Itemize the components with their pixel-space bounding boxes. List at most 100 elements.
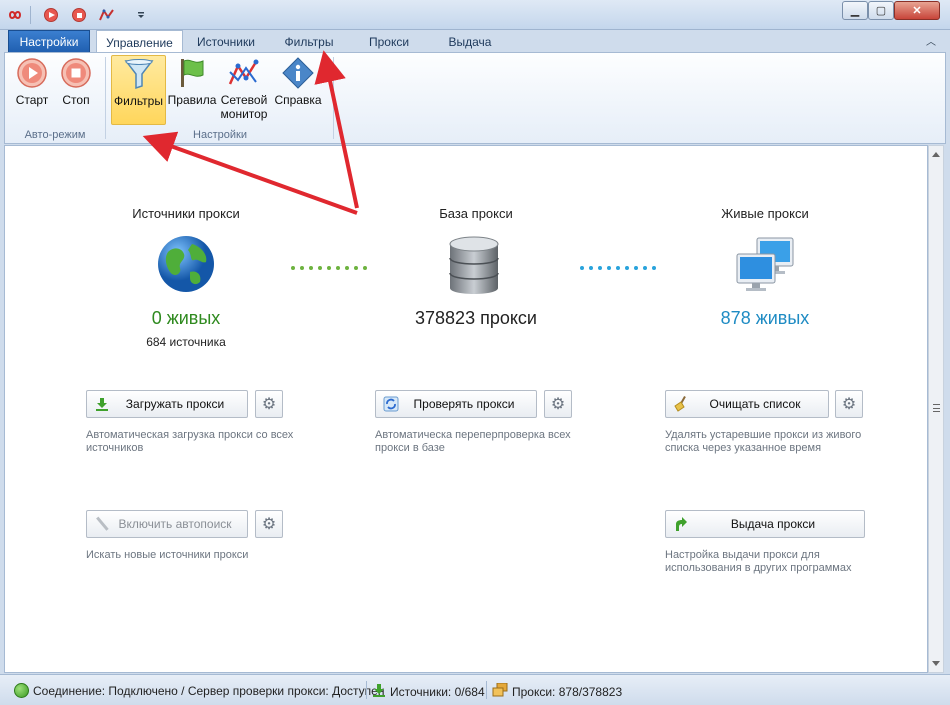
monitors-icon — [735, 236, 797, 297]
proxy-output-description: Настройка выдачи прокси для использовани… — [665, 549, 852, 574]
ribbon-help-chevron-icon[interactable]: ︿ — [924, 33, 938, 48]
clear-list-settings-button[interactable]: ⚙ — [835, 390, 863, 418]
ribbon-tabs: Настройки Управление Источники Фильтры П… — [0, 30, 950, 54]
status-separator — [366, 681, 367, 699]
dots-connector-blue — [580, 266, 656, 270]
quick-network-monitor-button[interactable] — [98, 6, 116, 24]
check-proxies-settings-button[interactable]: ⚙ — [544, 390, 572, 418]
status-sources-text: Источники: 0/684 — [390, 684, 485, 699]
filters-button[interactable]: Фильтры — [111, 55, 166, 125]
ribbon-panel: Старт Стоп Авто-режим Фильтры Правила Се… — [4, 52, 946, 144]
status-separator — [486, 681, 487, 699]
broom-icon — [670, 396, 692, 412]
quick-stop-button[interactable] — [70, 6, 88, 24]
network-monitor-label-2: монитор — [220, 107, 268, 121]
base-title: База прокси — [439, 206, 513, 221]
scroll-up-icon[interactable] — [932, 152, 940, 157]
customize-quick-access-button[interactable] — [132, 6, 150, 24]
check-proxies-button[interactable]: Проверять прокси — [375, 390, 537, 418]
group-separator — [333, 57, 334, 139]
start-button[interactable]: Старт — [11, 55, 53, 125]
scroll-grip-icon[interactable] — [933, 404, 940, 412]
load-proxies-button[interactable]: Загружать прокси — [86, 390, 248, 418]
network-chart-icon — [99, 8, 114, 21]
check-proxies-description: Автоматическа переперпроверка всех прокс… — [375, 429, 571, 454]
status-ok-icon — [14, 683, 29, 698]
rules-button[interactable]: Правила — [168, 55, 216, 125]
clear-list-button[interactable]: Очищать список — [665, 390, 829, 418]
filters-label: Фильтры — [114, 94, 163, 108]
status-proxies-text: Прокси: 878/378823 — [512, 684, 623, 699]
status-connection: Соединение: Подключено / Сервер проверки… — [14, 683, 384, 698]
globe-icon — [156, 234, 216, 297]
dashboard-panel: Источники прокси 0 живых 684 источника Б… — [4, 145, 928, 673]
tab-proxies[interactable]: Прокси — [360, 30, 418, 53]
network-monitor-button[interactable]: Сетевой монитор — [219, 55, 269, 125]
close-button[interactable]: ✕ — [894, 1, 940, 20]
group-label-settings: Настройки — [193, 129, 247, 141]
tab-output[interactable]: Выдача — [436, 30, 504, 53]
monitors-icon — [492, 682, 508, 700]
network-monitor-label-1: Сетевой — [220, 93, 268, 107]
scroll-down-icon[interactable] — [932, 661, 940, 666]
gear-icon: ⚙ — [261, 516, 277, 533]
stop-label: Стоп — [62, 93, 90, 107]
stop-icon — [59, 55, 93, 91]
group-separator — [105, 57, 106, 139]
check-proxies-label: Проверять прокси — [413, 397, 515, 411]
help-label: Справка — [274, 93, 322, 107]
tab-sources[interactable]: Источники — [188, 30, 264, 53]
start-icon — [15, 55, 49, 91]
gear-icon: ⚙ — [550, 396, 566, 413]
start-label: Старт — [15, 93, 49, 107]
quick-access-separator — [30, 6, 31, 24]
base-total-count: 378823 прокси — [415, 308, 537, 328]
live-alive-count: 878 живых — [720, 308, 810, 328]
quick-start-button[interactable] — [42, 6, 60, 24]
minimize-icon: ▁ — [850, 5, 860, 17]
arrow-return-icon — [670, 516, 692, 532]
autosearch-button[interactable]: Включить автопоиск — [86, 510, 248, 538]
close-icon: ✕ — [912, 5, 922, 17]
load-proxies-settings-button[interactable]: ⚙ — [255, 390, 283, 418]
autosearch-description: Искать новые источники прокси — [86, 549, 249, 561]
load-proxies-description: Автоматическая загрузка прокси со всех и… — [86, 429, 294, 454]
status-connection-text: Соединение: Подключено / Сервер проверки… — [33, 683, 385, 698]
proxy-output-button[interactable]: Выдача прокси — [665, 510, 865, 538]
stop-button[interactable]: Стоп — [55, 55, 97, 125]
minimize-button[interactable]: ▁ — [842, 1, 868, 20]
sources-count: 684 источника — [146, 335, 226, 349]
download-arrow-icon — [372, 683, 386, 700]
gear-icon: ⚙ — [261, 396, 277, 413]
network-chart-icon — [227, 55, 261, 91]
download-arrow-icon — [91, 397, 113, 411]
gear-icon: ⚙ — [841, 396, 857, 413]
proxy-output-label: Выдача прокси — [730, 517, 816, 531]
vertical-scrollbar[interactable] — [928, 145, 944, 673]
tab-control[interactable]: Управление — [96, 30, 183, 54]
play-icon — [44, 8, 58, 22]
load-proxies-label: Загружать прокси — [125, 397, 225, 411]
autosearch-settings-button[interactable]: ⚙ — [255, 510, 283, 538]
status-sources: Источники: 0/684 — [372, 683, 485, 700]
title-bar: ▁ ▢ ✕ — [0, 0, 950, 30]
tab-settings[interactable]: Настройки — [8, 30, 90, 53]
database-icon — [448, 236, 500, 299]
clear-list-label: Очищать список — [709, 397, 801, 411]
help-button[interactable]: Справка — [273, 55, 323, 125]
dropdown-arrow-icon — [138, 12, 144, 18]
status-bar: Соединение: Подключено / Сервер проверки… — [0, 674, 950, 705]
app-logo-icon — [6, 6, 24, 24]
flag-icon — [175, 55, 209, 91]
sources-alive-count: 0 живых — [151, 308, 221, 328]
sources-title: Источники прокси — [132, 206, 240, 221]
dots-connector-green — [291, 266, 367, 270]
maximize-icon: ▢ — [875, 5, 887, 17]
maximize-button[interactable]: ▢ — [868, 1, 894, 20]
funnel-icon — [122, 56, 156, 92]
group-label-auto: Авто-режим — [24, 129, 86, 141]
info-icon — [281, 55, 315, 91]
stop-icon — [72, 8, 86, 22]
live-title: Живые прокси — [721, 206, 809, 221]
tab-filters[interactable]: Фильтры — [276, 30, 342, 53]
